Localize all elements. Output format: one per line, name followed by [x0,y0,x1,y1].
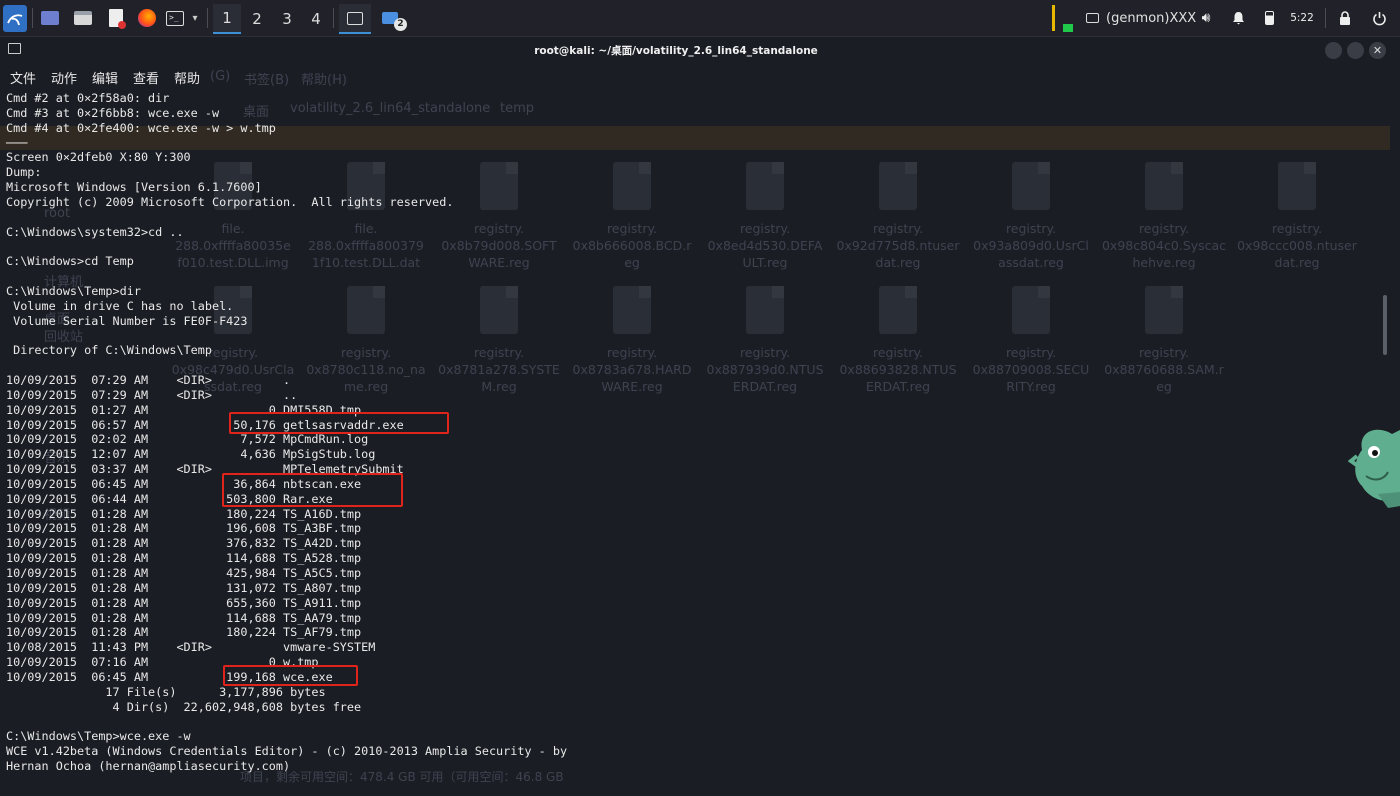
highlight-getlsasrvaddr [229,412,449,434]
taskbar-terminal-window[interactable] [339,4,371,34]
terminal-line: Copyright (c) 2009 Microsoft Corporation… [6,194,454,209]
terminal-line: WCE v1.42beta (Windows Credentials Edito… [6,744,568,759]
terminal-line: C:\Windows\system32>cd .. [6,224,184,239]
show-desktop-icon[interactable] [39,6,61,30]
terminal-line: 10/09/2015 01:28 AM 196,608 TS_A3BF.tmp [6,521,362,536]
workspace-2[interactable]: 2 [243,4,271,34]
terminal-line: 10/09/2015 07:16 AM 0 w.tmp [6,655,319,670]
terminal-line: 10/09/2015 07:29 AM <DIR> . [6,373,291,388]
clock[interactable]: 5:22 [1286,6,1318,30]
terminal-line: Cmd #4 at 0×2fe400: wce.exe -w > w.tmp [6,120,276,135]
notification-bell-icon[interactable] [1228,6,1248,30]
battery-icon[interactable] [1261,6,1277,30]
badge-count: 2 [394,18,407,31]
scrollbar-thumb[interactable] [1383,295,1387,355]
workspace-1[interactable]: 1 [213,4,241,34]
terminal-launcher-icon[interactable]: >_ [164,6,186,30]
terminal-line: C:\Windows\Temp>dir [6,283,141,298]
kali-menu-icon[interactable] [3,5,27,32]
terminal-line: 10/08/2015 11:43 PM <DIR> vmware-SYSTEM [6,640,376,655]
top-panel: >_ ▾ 1 2 3 4 2 (genmon)XXX 🔊︎ 5:22 [0,0,1400,37]
terminal-line: Screen 0×2dfeb0 X:80 Y:300 [6,150,191,165]
terminal-line: 10/09/2015 01:28 AM 114,688 TS_AA79.tmp [6,610,362,625]
terminal-menubar: 文件 动作 编辑 查看 帮助 [0,64,1400,90]
terminal-line: 10/09/2015 01:28 AM 376,832 TS_A42D.tmp [6,536,362,551]
power-icon[interactable] [1368,6,1390,30]
chevron-down-icon[interactable]: ▾ [188,6,202,30]
terminal-line: 10/09/2015 07:29 AM <DIR> .. [6,387,298,402]
terminal-line: C:\Windows>cd Temp [6,254,134,269]
window-titlebar[interactable]: root@kali: ~/桌面/volatility_2.6_lin64_sta… [0,37,1400,64]
terminal-line: 10/09/2015 01:28 AM 131,072 TS_A807.tmp [6,580,362,595]
terminal-line: Dump: [6,165,42,180]
terminal-line: 10/09/2015 06:44 AM 503,800 Rar.exe [6,491,333,506]
maximize-button[interactable] [1347,42,1364,59]
terminal-line: Cmd #3 at 0×2f6bb8: wce.exe -w [6,105,220,120]
terminal-line: Volume Serial Number is FE0F-F423 [6,313,248,328]
taskbar-file-manager-window[interactable]: 2 [377,6,407,31]
terminal-line: 10/09/2015 12:07 AM 4,636 MpSigStub.log [6,447,376,462]
terminal-line: 10/09/2015 06:57 AM 50,176 getlsasrvaddr… [6,417,404,432]
highlight-wce [223,665,358,686]
highlight-nbtscan-rar [222,473,403,507]
terminal-line: 10/09/2015 01:28 AM 425,984 TS_A5C5.tmp [6,566,362,580]
terminal-line: 10/09/2015 01:27 AM 0 DMI558D.tmp [6,402,362,417]
terminal-line: 10/09/2015 02:02 AM 7,572 MpCmdRun.log [6,432,369,447]
file-manager-icon[interactable] [72,6,94,30]
menu-view[interactable]: 查看 [133,68,159,87]
cpu-graph [1052,5,1055,31]
terminal-line: 10/09/2015 01:28 AM 114,688 TS_A528.tmp [6,551,362,566]
menu-file[interactable]: 文件 [10,68,36,87]
window-title: root@kali: ~/桌面/volatility_2.6_lin64_sta… [534,45,818,57]
terminal-line: ─── [6,135,28,150]
terminal-line: 10/09/2015 01:28 AM 655,360 TS_A911.tmp [6,595,362,610]
terminal-line: 4 Dir(s) 22,602,948,608 bytes free [6,699,362,714]
lock-icon[interactable] [1336,6,1354,30]
close-icon: ✕ [1372,44,1383,57]
dragon-mascot-icon [1347,420,1400,510]
terminal-line: 10/09/2015 01:28 AM 180,224 TS_A16D.tmp [6,506,362,521]
terminal-line: Volume in drive C has no label. [6,298,234,313]
terminal-line: Microsoft Windows [Version 6.1.7600] [6,180,262,195]
terminal-line: 17 File(s) 3,177,896 bytes [6,684,326,699]
terminal-line: 10/09/2015 01:28 AM 180,224 TS_AF79.tmp [6,625,362,640]
terminal-line: 10/09/2015 06:45 AM 36,864 nbtscan.exe [6,476,362,491]
terminal-line: Directory of C:\Windows\Temp [6,343,212,358]
minimize-button[interactable] [1325,42,1342,59]
text-editor-icon[interactable] [105,6,127,30]
terminal-line: Cmd #2 at 0×2f58a0: dir [6,91,170,105]
net-graph [1063,24,1073,32]
terminal-line: Hernan Ochoa (hernan@ampliasecurity.com) [6,758,291,773]
menu-help[interactable]: 帮助 [174,68,200,87]
display-icon[interactable] [1084,6,1100,30]
firefox-icon[interactable] [136,6,158,30]
workspace-3[interactable]: 3 [273,4,301,34]
workspace-4[interactable]: 4 [302,4,330,34]
terminal-line: C:\Windows\Temp>wce.exe -w [6,729,191,744]
terminal-line: 10/09/2015 03:37 AM <DIR> MPTelemetrySub… [6,462,404,477]
menu-edit[interactable]: 编辑 [92,68,118,87]
genmon-label[interactable]: (genmon)XXX [1106,6,1196,30]
volume-icon[interactable]: 🔊︎ [1196,6,1216,30]
terminal-line: 10/09/2015 06:45 AM 199,168 wce.exe [6,669,333,684]
terminal-scrollbar[interactable] [1383,40,1389,796]
terminal-output[interactable]: Cmd #2 at 0×2f58a0: dir Cmd #3 at 0×2f6bb… [6,91,1376,774]
menu-action[interactable]: 动作 [51,68,77,87]
